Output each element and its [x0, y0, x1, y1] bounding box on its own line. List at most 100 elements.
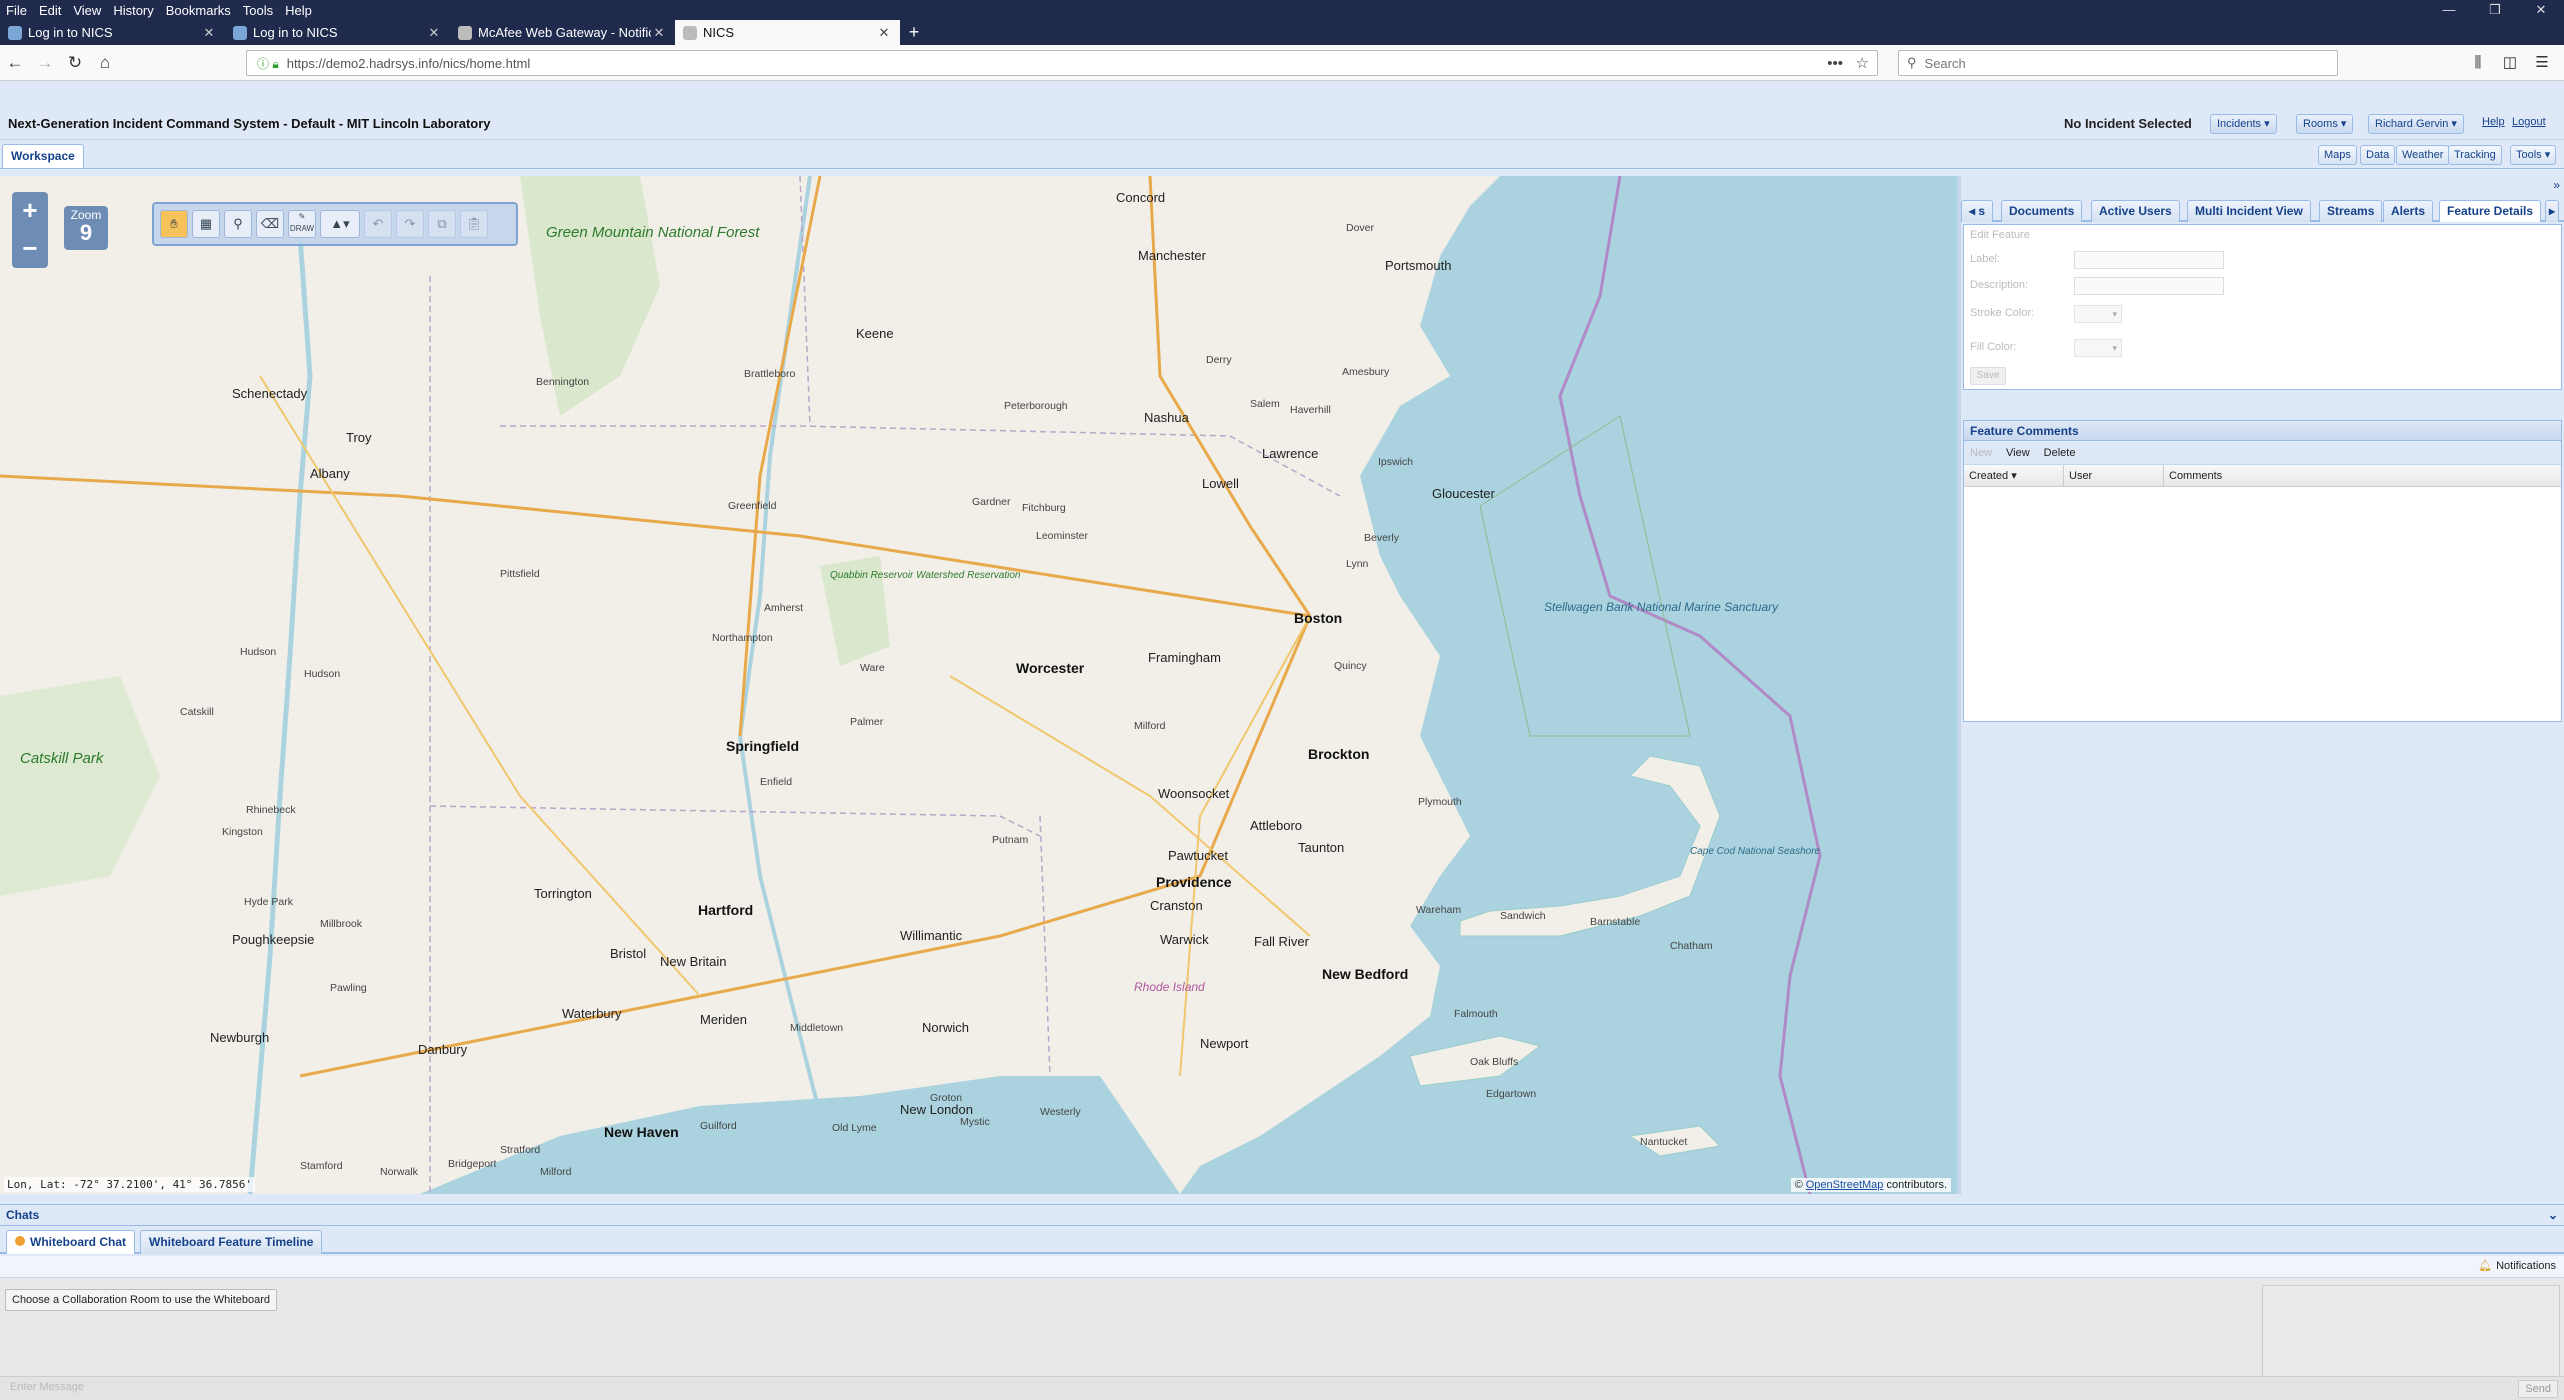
shapes-dropdown-icon[interactable]: ▲▾: [320, 210, 360, 238]
maximize-icon[interactable]: ❐: [2472, 0, 2518, 20]
tab-streams[interactable]: Streams: [2319, 200, 2383, 222]
copy-icon[interactable]: ⧉: [428, 210, 456, 238]
delete-comment-button[interactable]: Delete: [2044, 447, 2076, 459]
new-comment-button[interactable]: New: [1970, 447, 1992, 459]
undo-icon[interactable]: ↶: [364, 210, 392, 238]
description-field[interactable]: [2074, 277, 2224, 295]
redo-icon[interactable]: ↷: [396, 210, 424, 238]
column-comments[interactable]: Comments: [2164, 465, 2561, 486]
map-view[interactable]: Concord Manchester Nashua Portsmouth Low…: [0, 176, 1957, 1194]
map-label: Willimantic: [900, 928, 963, 943]
forward-icon[interactable]: →: [30, 48, 60, 78]
url-bar[interactable]: ⓘ 🔒︎ https://demo2.hadrsys.info/nics/hom…: [246, 50, 1878, 76]
tab-feature-details[interactable]: Feature Details: [2439, 200, 2542, 222]
chats-header[interactable]: Chats ⌄: [0, 1204, 2564, 1226]
new-tab-button[interactable]: +: [900, 20, 928, 45]
stroke-color-picker[interactable]: ▾: [2074, 305, 2122, 323]
browser-tab-active[interactable]: NICS ✕: [675, 20, 900, 45]
collapse-chats-icon[interactable]: ⌄: [2548, 1205, 2558, 1225]
openstreetmap-link[interactable]: OpenStreetMap: [1806, 1179, 1884, 1191]
map-label: Meriden: [700, 1012, 747, 1027]
page-actions-icon[interactable]: •••: [1827, 55, 1843, 72]
tools-button[interactable]: Tools ▾: [2510, 145, 2557, 165]
map-label: Schenectady: [232, 386, 308, 401]
comments-table-header: Created ▾ User Comments: [1964, 465, 2561, 487]
map-label: Ipswich: [1378, 456, 1414, 468]
map-label: Middletown: [790, 1022, 844, 1034]
map-label: Portsmouth: [1385, 258, 1452, 273]
column-created[interactable]: Created ▾: [1964, 465, 2064, 486]
menu-tools[interactable]: Tools: [243, 3, 273, 18]
close-tab-icon[interactable]: ✕: [201, 25, 217, 41]
user-menu-button[interactable]: Richard Gervin ▾: [2368, 114, 2464, 134]
weather-button[interactable]: Weather: [2396, 145, 2450, 165]
tab-alerts[interactable]: Alerts: [2383, 200, 2434, 222]
message-input[interactable]: Enter Message: [10, 1381, 84, 1393]
menu-view[interactable]: View: [73, 3, 101, 18]
draw-pencil-icon[interactable]: ✎ DRAW: [288, 210, 316, 238]
browser-tab[interactable]: Log in to NICS ✕: [0, 20, 225, 45]
minimize-icon[interactable]: —: [2426, 0, 2472, 20]
zoom-search-icon[interactable]: ⚲: [224, 210, 252, 238]
map-label-park: Catskill Park: [20, 750, 104, 767]
notifications-button[interactable]: 🔔︎ Notifications: [2478, 1259, 2556, 1272]
zoom-in-button[interactable]: +: [12, 192, 48, 230]
pan-hand-icon[interactable]: ✋︎: [160, 210, 188, 238]
menu-file[interactable]: File: [6, 3, 27, 18]
hamburger-menu-icon[interactable]: ☰: [2526, 48, 2558, 78]
tab-workspace[interactable]: Workspace: [2, 144, 84, 168]
collapse-panel-icon[interactable]: »: [2553, 178, 2560, 192]
browser-tab[interactable]: McAfee Web Gateway - Notificatio ✕: [450, 20, 675, 45]
view-comment-button[interactable]: View: [2006, 447, 2030, 459]
close-tab-icon[interactable]: ✕: [426, 25, 442, 41]
map-label: Salem: [1250, 398, 1280, 410]
home-icon[interactable]: ⌂: [90, 48, 120, 78]
map-label: Nantucket: [1640, 1136, 1688, 1148]
lock-icon[interactable]: ⓘ 🔒︎: [257, 55, 279, 72]
attribution-suffix: contributors.: [1886, 1179, 1947, 1191]
back-icon[interactable]: ←: [0, 48, 30, 78]
tab-whiteboard-chat[interactable]: Whiteboard Chat: [6, 1230, 135, 1254]
zoom-out-button[interactable]: −: [12, 230, 48, 268]
close-window-icon[interactable]: ✕: [2518, 0, 2564, 20]
map-basemap[interactable]: [0, 176, 1957, 1194]
column-user[interactable]: User: [2064, 465, 2164, 486]
menu-help[interactable]: Help: [285, 3, 312, 18]
eraser-icon[interactable]: ⌫: [256, 210, 284, 238]
box-select-icon[interactable]: ▦: [192, 210, 220, 238]
tab-active-users[interactable]: Active Users: [2091, 200, 2180, 222]
draw-label: DRAW: [289, 224, 315, 233]
sidebar-icon[interactable]: ◫: [2494, 48, 2526, 78]
tracking-button[interactable]: Tracking: [2448, 145, 2502, 165]
reload-icon[interactable]: ↻: [60, 48, 90, 78]
paste-icon[interactable]: 📋︎: [460, 210, 488, 238]
save-button[interactable]: Save: [1970, 367, 2006, 385]
help-link[interactable]: Help: [2482, 116, 2505, 128]
incidents-button[interactable]: Incidents ▾: [2210, 114, 2277, 134]
fill-color-picker[interactable]: ▾: [2074, 339, 2122, 357]
map-label: Stamford: [300, 1160, 343, 1172]
menu-history[interactable]: History: [113, 3, 153, 18]
library-icon[interactable]: ⫼: [2462, 48, 2494, 78]
search-input[interactable]: ⚲ Search: [1898, 50, 2338, 76]
url-text[interactable]: https://demo2.hadrsys.info/nics/home.htm…: [287, 56, 531, 71]
browser-tabstrip: Log in to NICS ✕ Log in to NICS ✕ McAfee…: [0, 20, 2564, 45]
map-label: Albany: [310, 466, 350, 481]
menu-edit[interactable]: Edit: [39, 3, 61, 18]
tab-scroll-left[interactable]: ◂ s: [1961, 200, 1994, 222]
rooms-button[interactable]: Rooms ▾: [2296, 114, 2354, 134]
menu-bookmarks[interactable]: Bookmarks: [166, 3, 231, 18]
browser-tab[interactable]: Log in to NICS ✕: [225, 20, 450, 45]
tab-documents[interactable]: Documents: [2001, 200, 2083, 222]
close-tab-icon[interactable]: ✕: [876, 25, 892, 41]
tab-scroll-right[interactable]: ▸: [2545, 200, 2560, 222]
label-field[interactable]: [2074, 251, 2224, 269]
tab-whiteboard-feature-timeline[interactable]: Whiteboard Feature Timeline: [140, 1230, 323, 1254]
logout-link[interactable]: Logout: [2512, 116, 2546, 128]
send-button[interactable]: Send: [2518, 1380, 2558, 1398]
data-button[interactable]: Data: [2360, 145, 2396, 165]
bookmark-star-icon[interactable]: ☆: [1856, 54, 1869, 72]
maps-button[interactable]: Maps: [2318, 145, 2357, 165]
close-tab-icon[interactable]: ✕: [651, 25, 667, 41]
tab-multi-incident-view[interactable]: Multi Incident View: [2187, 200, 2311, 222]
